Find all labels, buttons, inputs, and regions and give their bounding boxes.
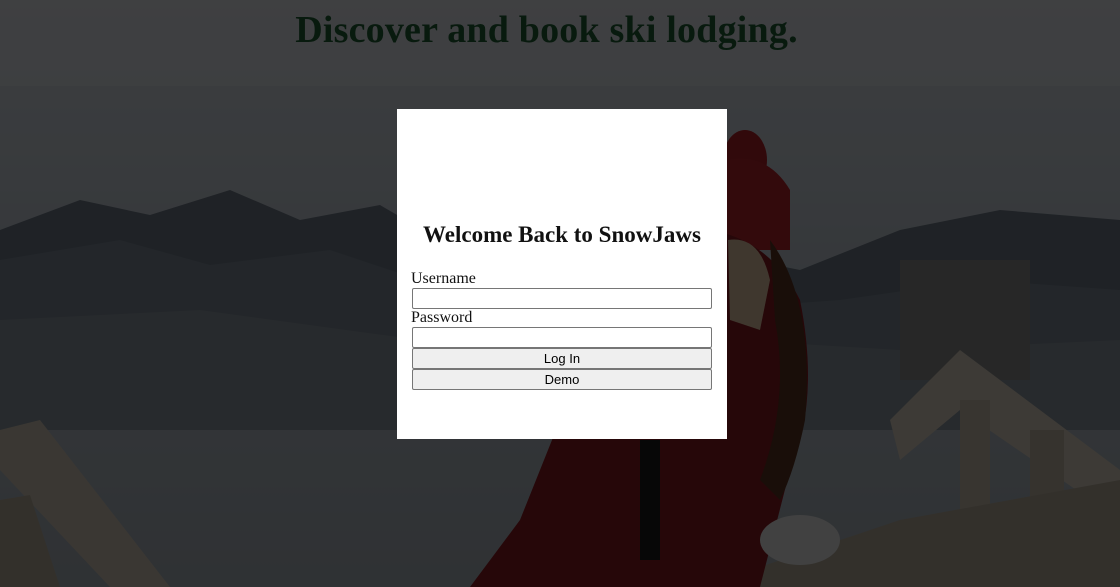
username-label: Username: [411, 270, 476, 287]
login-modal: Welcome Back to SnowJaws Username Passwo…: [397, 109, 727, 439]
page: Discover and book ski lodging. Welcome B…: [0, 0, 1120, 587]
password-input[interactable]: [412, 327, 712, 348]
login-button[interactable]: Log In: [412, 348, 712, 369]
hero-headline: Discover and book ski lodging.: [295, 9, 798, 51]
username-input[interactable]: [412, 288, 712, 309]
login-form: Username Password Log In Demo: [411, 270, 713, 390]
modal-title: Welcome Back to SnowJaws: [423, 222, 701, 247]
password-label: Password: [411, 309, 473, 326]
demo-button[interactable]: Demo: [412, 369, 712, 390]
